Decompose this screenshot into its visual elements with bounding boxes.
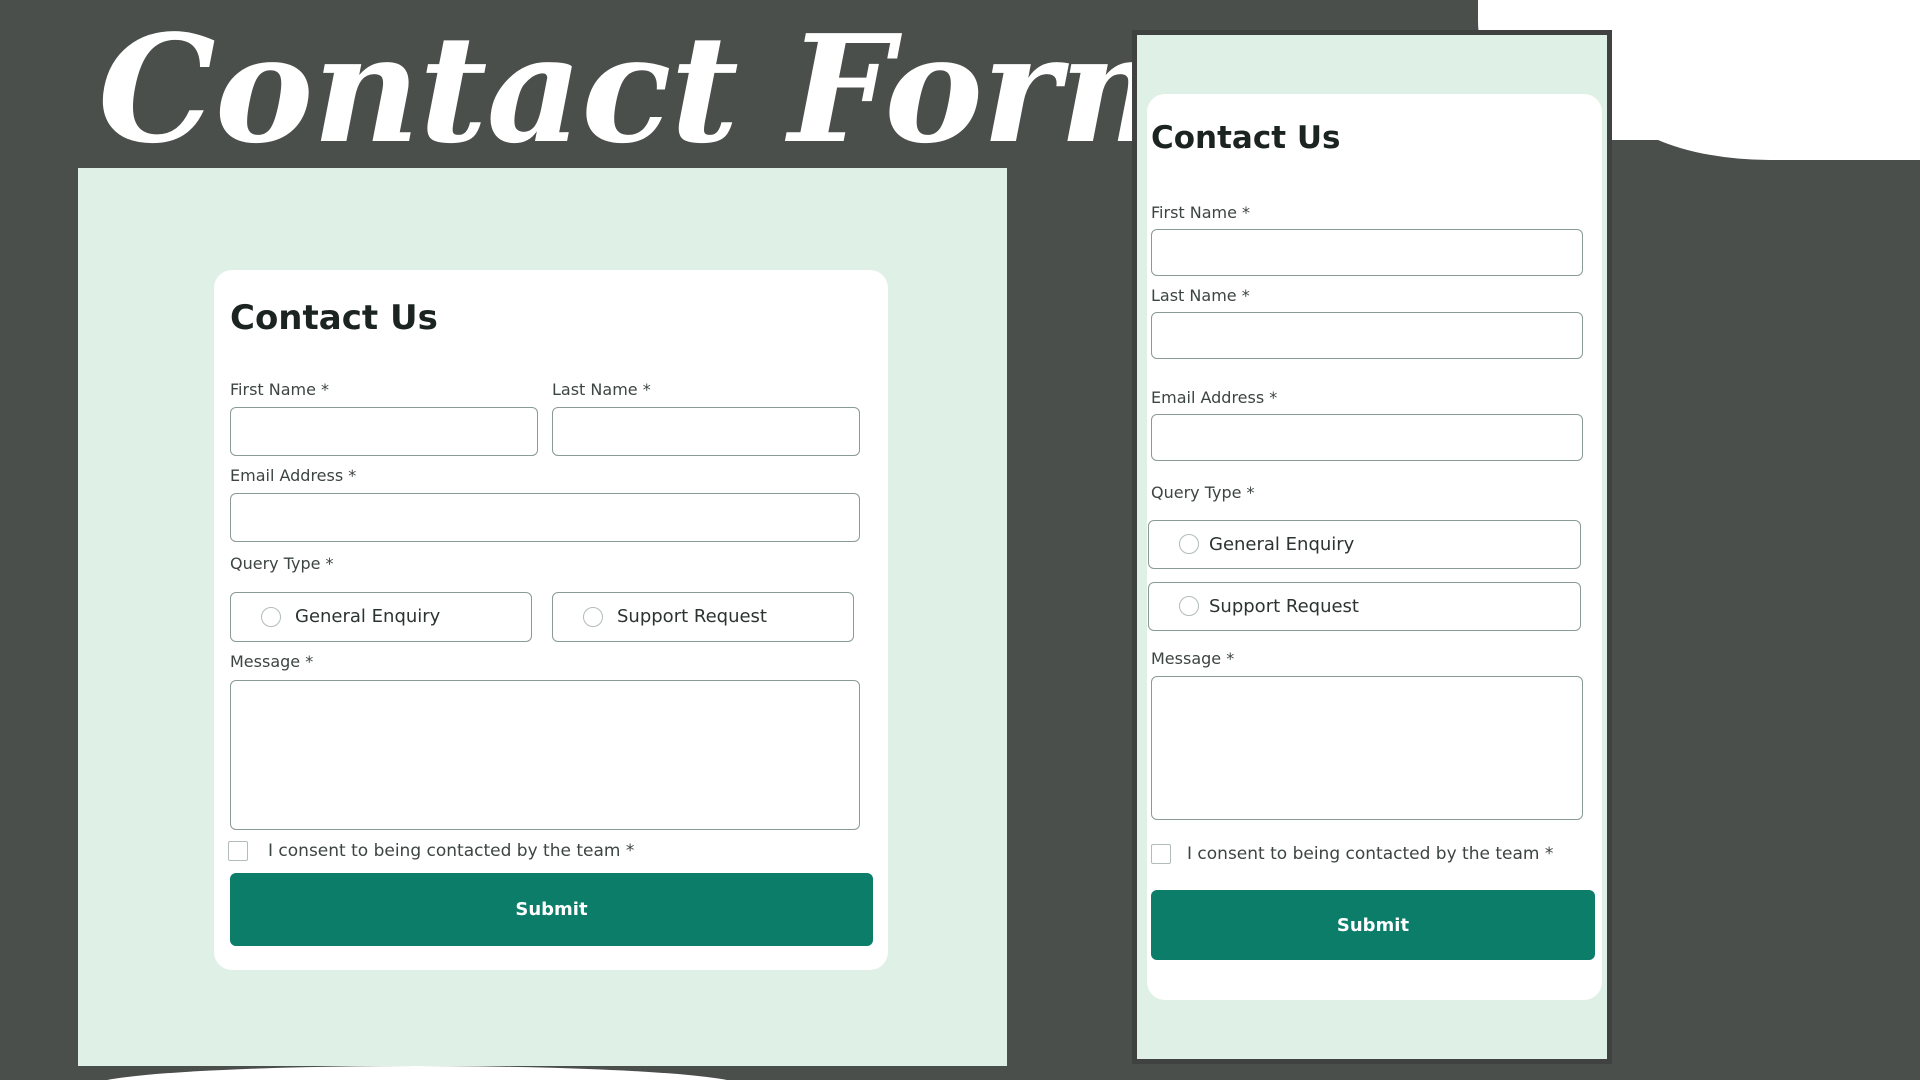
query-type-label: Query Type * (230, 554, 334, 573)
query-option-general-enquiry[interactable]: General Enquiry (1148, 520, 1581, 569)
mobile-preview-frame: Contact Us First Name * Last Name * Emai… (1132, 30, 1612, 1064)
first-name-input[interactable] (230, 407, 538, 456)
form-heading: Contact Us (230, 298, 438, 338)
consent-label: I consent to being contacted by the team… (268, 841, 635, 861)
contact-form-card-desktop: Contact Us First Name * Last Name * Emai… (214, 270, 888, 970)
first-name-input[interactable] (1151, 229, 1583, 276)
radio-circle-icon[interactable] (1179, 534, 1199, 554)
last-name-label: Last Name * (1151, 286, 1250, 305)
first-name-label: First Name * (230, 380, 330, 399)
desktop-preview-panel: Contact Us First Name * Last Name * Emai… (78, 168, 1007, 1066)
email-label: Email Address * (1151, 388, 1278, 407)
submit-button[interactable]: Submit (1151, 890, 1595, 960)
consent-checkbox[interactable] (1151, 844, 1171, 864)
email-label: Email Address * (230, 466, 357, 485)
last-name-input[interactable] (552, 407, 860, 456)
message-textarea[interactable] (230, 680, 860, 830)
consent-label: I consent to being contacted by the team… (1187, 844, 1554, 864)
email-input[interactable] (230, 493, 860, 542)
first-name-label: First Name * (1151, 203, 1251, 222)
query-option-label: Support Request (1209, 596, 1359, 617)
query-type-label: Query Type * (1151, 483, 1255, 502)
query-option-label: General Enquiry (1209, 534, 1355, 555)
query-option-label: General Enquiry (295, 606, 441, 627)
email-input[interactable] (1151, 414, 1583, 461)
message-label: Message * (1151, 649, 1235, 668)
last-name-input[interactable] (1151, 312, 1583, 359)
slide-title: Contact Form (98, 2, 1216, 176)
query-option-general-enquiry[interactable]: General Enquiry (230, 592, 532, 642)
query-option-support-request[interactable]: Support Request (552, 592, 854, 642)
message-textarea[interactable] (1151, 676, 1583, 820)
radio-circle-icon[interactable] (1179, 596, 1199, 616)
radio-circle-icon[interactable] (583, 607, 603, 627)
consent-checkbox[interactable] (228, 841, 248, 861)
radio-circle-icon[interactable] (261, 607, 281, 627)
decorative-wave-bottom (92, 1066, 742, 1080)
last-name-label: Last Name * (552, 380, 651, 399)
decorative-wave-top-right-tail (1610, 90, 1920, 160)
contact-form-card-mobile: Contact Us First Name * Last Name * Emai… (1147, 94, 1602, 1000)
message-label: Message * (230, 652, 314, 671)
query-option-support-request[interactable]: Support Request (1148, 582, 1581, 631)
form-heading: Contact Us (1151, 120, 1341, 156)
query-option-label: Support Request (617, 606, 767, 627)
submit-button[interactable]: Submit (230, 873, 873, 946)
